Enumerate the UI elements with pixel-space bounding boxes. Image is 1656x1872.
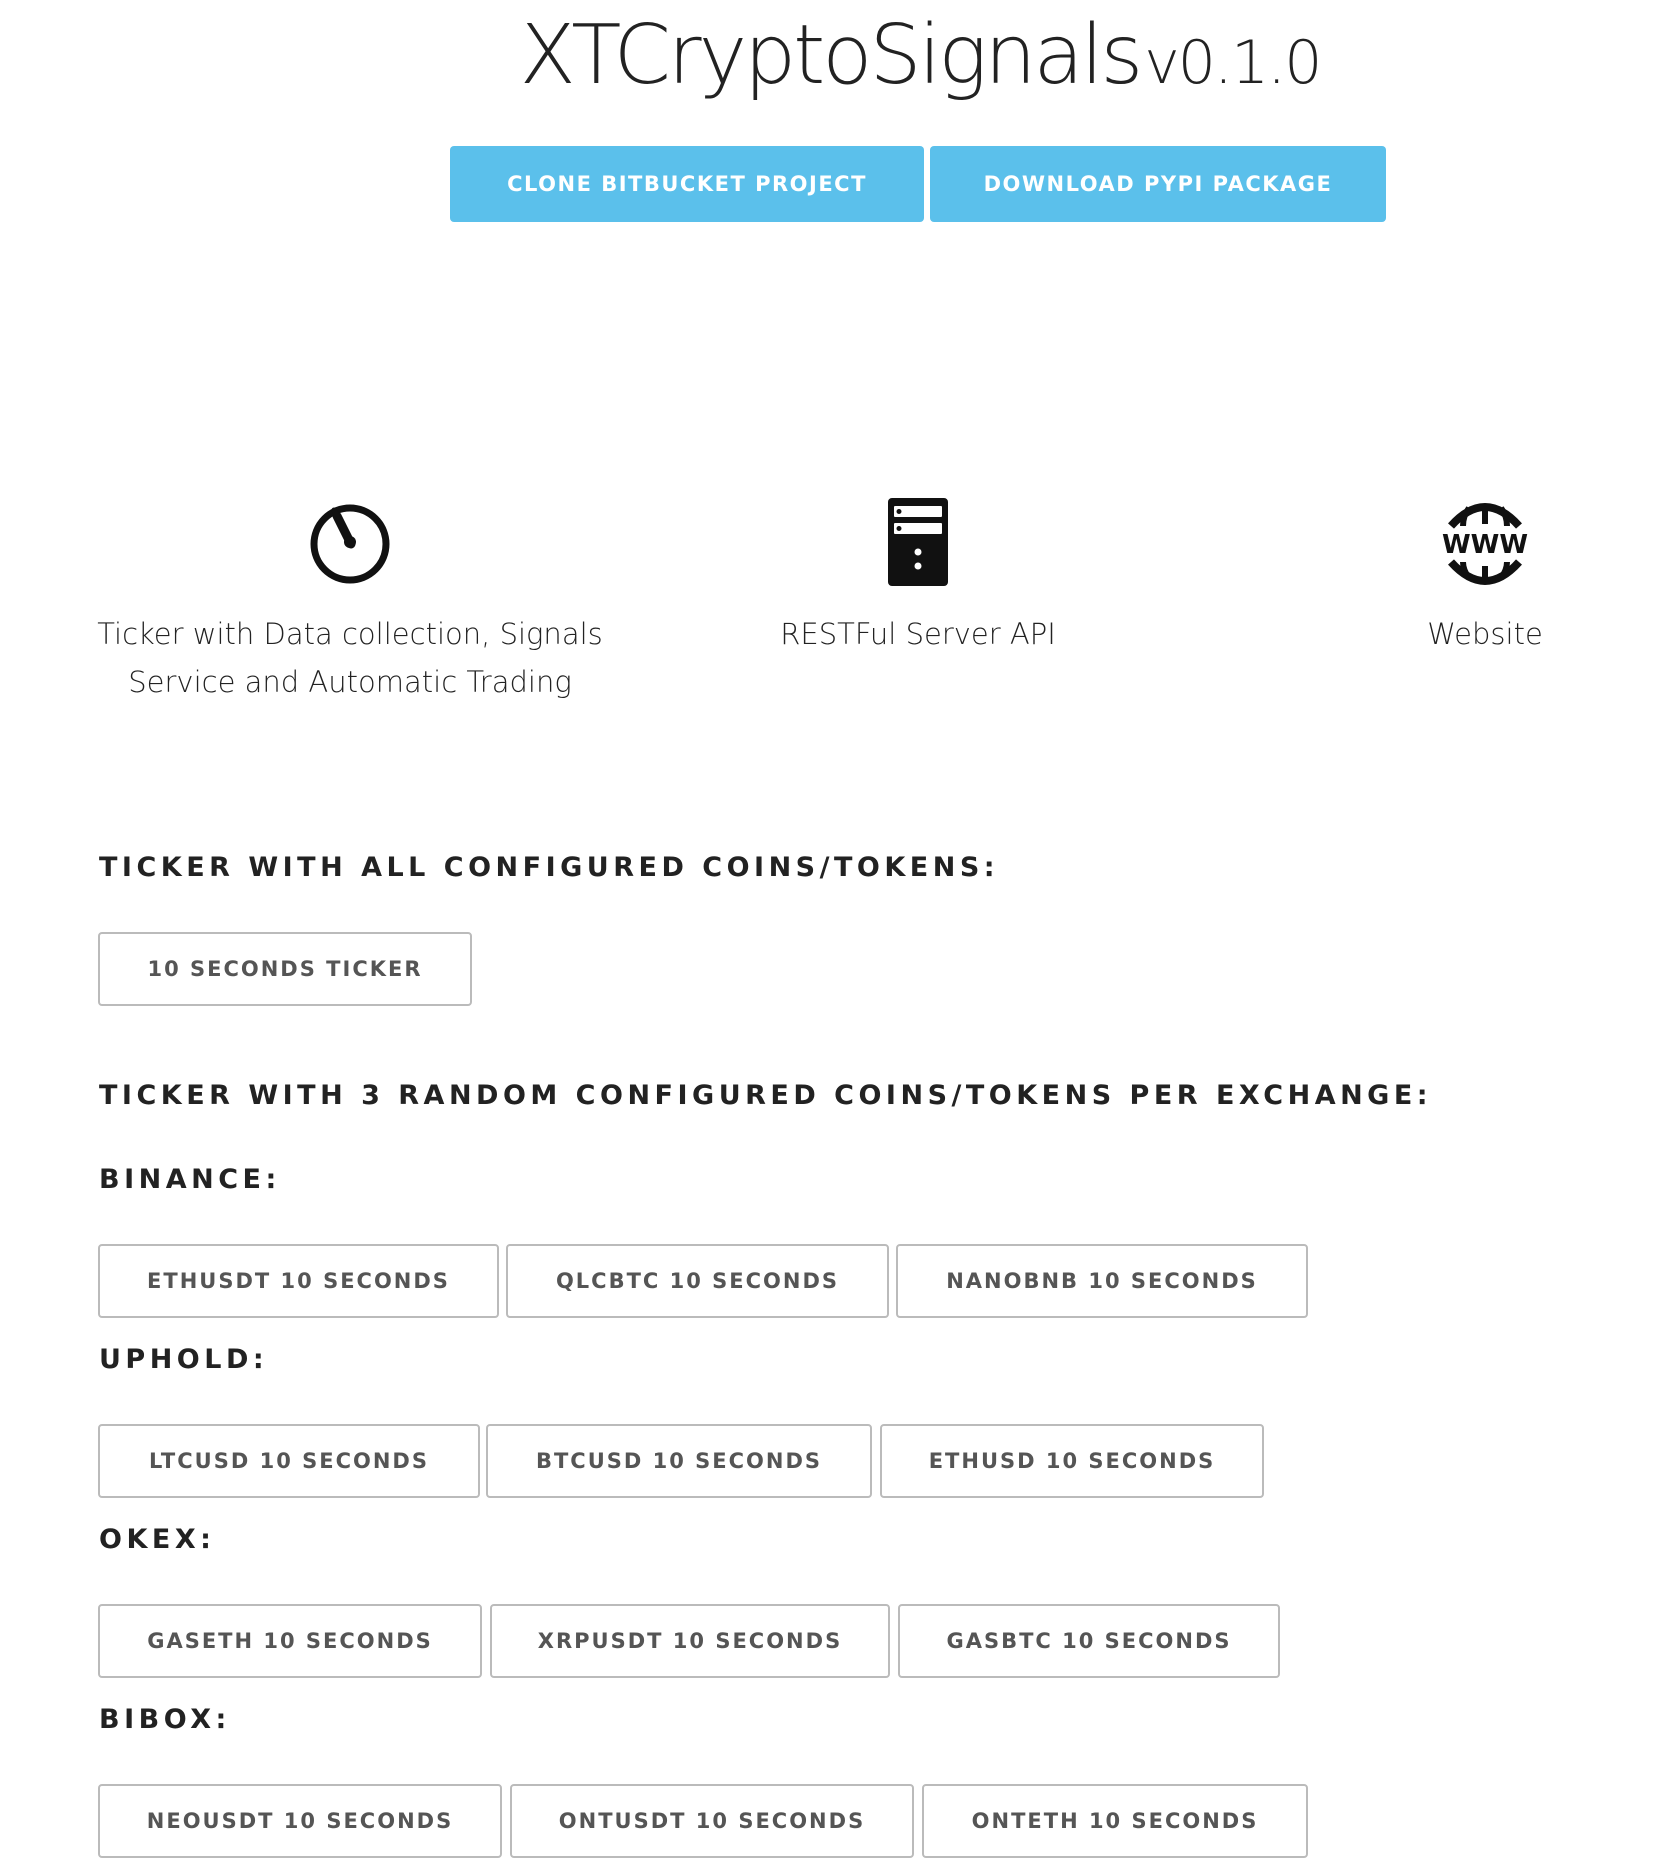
feature-ticker-label: Ticker with Data collection, Signals Ser… (92, 610, 608, 706)
okex-xrpusdt-button[interactable]: XRPUSDT 10 SECONDS (490, 1604, 890, 1678)
feature-ticker-line2: Service and Automatic Trading (128, 665, 572, 699)
features-row: Ticker with Data collection, Signals Ser… (0, 496, 1656, 726)
speedometer-icon (310, 504, 390, 584)
binance-qlcbtc-button[interactable]: QLCBTC 10 SECONDS (506, 1244, 889, 1318)
binance-nanobnb-button[interactable]: NANOBNB 10 SECONDS (896, 1244, 1308, 1318)
top-actions: CLONE BITBUCKET PROJECT DOWNLOAD PYPI PA… (450, 146, 1386, 222)
ticker-all-heading: TICKER WITH ALL CONFIGURED COINS/TOKENS: (99, 852, 1000, 883)
feature-api: RESTFul Server API (718, 496, 1118, 658)
clone-bitbucket-button[interactable]: CLONE BITBUCKET PROJECT (450, 146, 924, 222)
app-version: v0.1.0 (1144, 28, 1322, 98)
bibox-ontusdt-button[interactable]: ONTUSDT 10 SECONDS (510, 1784, 914, 1858)
svg-text:WWW: WWW (1442, 530, 1528, 560)
ticker-random-heading: TICKER WITH 3 RANDOM CONFIGURED COINS/TO… (99, 1080, 1433, 1111)
exchange-uphold-heading: UPHOLD: (99, 1344, 269, 1375)
ten-seconds-ticker-button[interactable]: 10 SECONDS TICKER (98, 932, 472, 1006)
okex-gaseth-button[interactable]: GASETH 10 SECONDS (98, 1604, 482, 1678)
uphold-btcusd-button[interactable]: BTCUSD 10 SECONDS (486, 1424, 872, 1498)
bibox-neousdt-button[interactable]: NEOUSDT 10 SECONDS (98, 1784, 502, 1858)
server-icon (888, 498, 948, 586)
exchange-bibox-heading: BIBOX: (99, 1704, 231, 1735)
www-globe-icon: WWW (1442, 503, 1528, 585)
app-title: XTCryptoSignals (519, 8, 1144, 103)
download-pypi-button[interactable]: DOWNLOAD PYPI PACKAGE (930, 146, 1386, 222)
feature-ticker-line1: Ticker with Data collection, Signals (97, 617, 603, 651)
feature-ticker: Ticker with Data collection, Signals Ser… (92, 496, 608, 706)
bibox-onteth-button[interactable]: ONTETH 10 SECONDS (922, 1784, 1308, 1858)
feature-website-label: Website (1427, 617, 1543, 651)
okex-gasbtc-button[interactable]: GASBTC 10 SECONDS (898, 1604, 1280, 1678)
feature-api-label: RESTFul Server API (780, 617, 1056, 651)
page-title: XTCryptoSignalsv0.1.0 (0, 0, 1656, 112)
exchange-okex-heading: OKEX: (99, 1524, 216, 1555)
uphold-ethusd-button[interactable]: ETHUSD 10 SECONDS (880, 1424, 1264, 1498)
binance-ethusdt-button[interactable]: ETHUSDT 10 SECONDS (98, 1244, 499, 1318)
uphold-ltcusd-button[interactable]: LTCUSD 10 SECONDS (98, 1424, 480, 1498)
feature-website: WWW Website (1385, 496, 1585, 658)
exchange-binance-heading: BINANCE: (99, 1164, 281, 1195)
